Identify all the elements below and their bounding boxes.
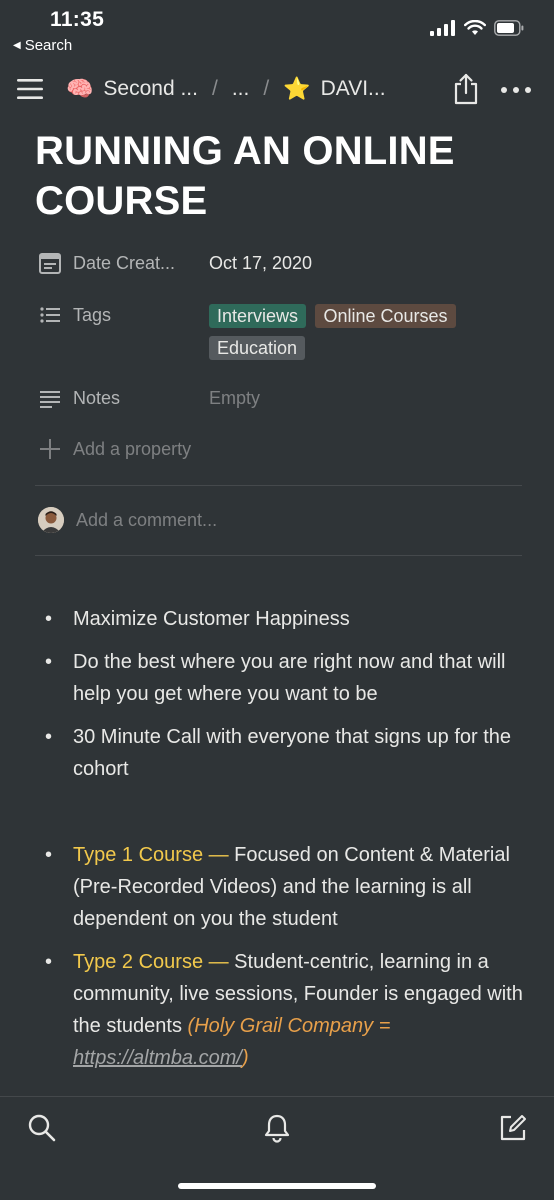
property-label: Notes [73,387,121,408]
property-notes[interactable]: Notes [38,386,120,410]
battery-icon [494,20,524,36]
text-lines-icon [38,386,62,410]
bullet-dot: • [45,726,53,748]
plus-icon [38,437,62,461]
tag-online-courses[interactable]: Online Courses [315,304,456,328]
bullet-content: Type 1 Course — Focused on Content & Mat… [73,839,525,935]
bullet-note: (Holy Grail Company = [187,1015,391,1037]
bullet-dot: • [45,844,53,866]
hamburger-icon[interactable] [17,78,43,100]
brain-icon: 🧠 [66,76,94,101]
property-date-created[interactable]: Date Creat... [38,251,175,275]
breadcrumb-item-current[interactable]: ⭐ DAVI... [283,76,385,102]
bullet-dot: • [45,608,53,630]
property-value-notes[interactable]: Empty [209,388,260,409]
page-title[interactable]: RUNNING AN ONLINE COURSE [35,126,535,226]
compose-icon[interactable] [498,1113,528,1143]
more-icon[interactable] [500,86,532,94]
bullet-text: Do the best where you are right now and … [73,651,506,705]
wifi-icon [464,20,486,35]
status-bar: 11:35 ◀ Search [0,0,554,60]
breadcrumb-item-ellipsis[interactable]: ... [232,77,250,101]
divider [35,485,522,486]
breadcrumb-label: DAVI... [320,77,386,100]
breadcrumb-separator: / [263,77,270,100]
divider [35,555,522,556]
status-time: 11:35 [50,8,105,31]
list-item[interactable]: • Type 2 Course — Student-centric, learn… [45,946,525,1074]
back-search-label: Search [24,37,73,54]
home-indicator[interactable] [178,1183,376,1189]
comment-input[interactable]: Add a comment... [38,507,217,533]
bullet-text: Maximize Customer Happiness [73,608,350,630]
add-property-label: Add a property [73,438,192,459]
comment-placeholder: Add a comment... [76,509,218,530]
bullet-highlight: Type 2 Course — [73,951,229,973]
tag-education[interactable]: Education [209,336,306,360]
star-icon: ⭐ [283,76,311,101]
bullet-highlight: Type 1 Course — [73,844,229,866]
breadcrumb-label: ... [231,77,250,100]
list-item[interactable]: • 30 Minute Call with everyone that sign… [45,721,525,785]
search-icon[interactable] [27,1113,57,1143]
tag-list-row-2[interactable]: Education [209,336,306,360]
property-tags[interactable]: Tags [38,303,111,327]
property-label: Date Creat... [73,252,176,273]
breadcrumb-label: Second ... [103,77,198,100]
list-icon [38,303,62,327]
calendar-icon [38,251,62,275]
bell-icon[interactable] [262,1113,292,1143]
avatar [38,507,64,533]
bullet-note-end: ) [241,1047,249,1069]
breadcrumb-item-second-brain[interactable]: 🧠 Second ... [66,76,198,102]
signal-icon [430,20,455,36]
bullet-dot: • [45,951,53,973]
status-icons [430,20,524,36]
bullet-dot: • [45,651,53,673]
bullet-content: Type 2 Course — Student-centric, learnin… [73,946,525,1074]
bullet-text: 30 Minute Call with everyone that signs … [73,726,512,780]
back-triangle-icon: ◀ [13,40,21,51]
top-bar: 🧠 Second ... / ... / ⭐ DAVI... [0,62,554,118]
back-to-search-button[interactable]: ◀ Search [13,37,72,54]
list-item[interactable]: • Type 1 Course — Focused on Content & M… [45,839,525,935]
share-icon[interactable] [452,73,480,105]
add-property-button[interactable]: Add a property [38,437,191,461]
property-label: Tags [73,304,112,325]
altmba-link[interactable]: https://altmba.com/ [73,1047,242,1069]
property-value-date[interactable]: Oct 17, 2020 [209,253,312,274]
breadcrumb: 🧠 Second ... / ... / ⭐ DAVI... [66,76,386,102]
list-item[interactable]: • Do the best where you are right now an… [45,646,525,710]
tag-interviews[interactable]: Interviews [209,304,307,328]
breadcrumb-separator: / [211,77,218,100]
tag-list[interactable]: Interviews Online Courses [209,304,456,328]
list-item[interactable]: • Maximize Customer Happiness [45,603,525,635]
